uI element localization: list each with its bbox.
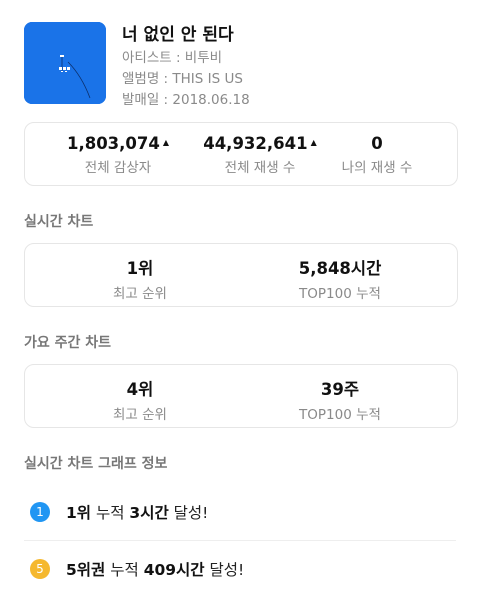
graph-info-mid: 누적 <box>105 561 144 579</box>
total-plays-stat: 44,932,641 ▲ 전체 재생 수 <box>190 134 330 176</box>
release-date-line: 발매일 : 2018.06.18 <box>122 92 250 108</box>
graph-info-rank: 5위권 <box>66 561 106 579</box>
graph-info-title: 실시간 차트 그래프 정보 <box>24 456 168 472</box>
weekly-best-rank-label: 최고 순위 <box>113 407 167 423</box>
graph-info-rank: 1위 <box>66 504 92 522</box>
realtime-top100-stat: 5,848시간 TOP100 누적 <box>265 255 415 302</box>
trend-up-icon: ▲ <box>162 138 170 147</box>
trend-up-icon: ▲ <box>310 138 317 147</box>
weekly-top100-stat: 39주 TOP100 누적 <box>265 376 415 423</box>
total-plays-label: 전체 재생 수 <box>224 160 296 176</box>
album-art-image <box>24 22 106 104</box>
album-line[interactable]: 앨범명 : THIS IS US <box>122 67 243 87</box>
weekly-best-rank-value: 4위 <box>126 380 154 399</box>
realtime-chart-card: 1위 최고 순위 5,848시간 TOP100 누적 <box>24 243 458 307</box>
graph-info-tail: 달성! <box>168 504 209 522</box>
graph-info-hours: 3시간 <box>129 504 169 522</box>
totals-card: 1,803,074 ▲ 전체 감상자 44,932,641 ▲ 전체 재생 수 0 … <box>24 122 458 186</box>
weekly-top100-label: TOP100 누적 <box>299 407 381 423</box>
weekly-chart-card: 4위 최고 순위 39주 TOP100 누적 <box>24 364 458 428</box>
realtime-best-rank-stat: 1위 최고 순위 <box>65 255 215 302</box>
weekly-best-rank-stat: 4위 최고 순위 <box>65 376 215 423</box>
realtime-best-rank-value: 1위 <box>126 259 154 278</box>
graph-info-tail: 달성! <box>204 561 245 579</box>
artist-line[interactable]: 아티스트 : 비투비 <box>122 46 222 66</box>
song-title: 너 없인 안 된다 <box>122 25 234 45</box>
my-plays-label: 나의 재생 수 <box>341 160 413 176</box>
realtime-top100-label: TOP100 누적 <box>299 286 381 302</box>
total-listeners-label: 전체 감상자 <box>84 160 152 176</box>
realtime-chart-title: 실시간 차트 <box>24 214 94 230</box>
realtime-top100-value: 5,848시간 <box>298 259 382 278</box>
total-plays-value: 44,932,641 <box>203 134 308 153</box>
total-listeners-value: 1,803,074 <box>66 134 160 153</box>
album-art[interactable] <box>24 22 106 104</box>
weekly-top100-value: 39주 <box>320 380 360 399</box>
graph-info-row: 1 1위 누적 3시간 달성! <box>24 484 456 540</box>
my-plays-value: 0 <box>371 134 383 153</box>
weekly-chart-title: 가요 주간 차트 <box>24 335 112 351</box>
total-listeners-stat: 1,803,074 ▲ 전체 감상자 <box>53 134 183 176</box>
rank-1-badge-icon: 1 <box>30 502 50 522</box>
my-plays-stat: 0 나의 재생 수 <box>325 134 429 176</box>
graph-info-row: 5 5위권 누적 409시간 달성! <box>24 541 456 597</box>
rank-5-badge-icon: 5 <box>30 559 50 579</box>
song-header: 너 없인 안 된다 아티스트 : 비투비 앨범명 : THIS IS US 발매… <box>24 20 464 110</box>
realtime-best-rank-label: 최고 순위 <box>113 286 167 302</box>
graph-info-mid: 누적 <box>91 504 130 522</box>
graph-info-hours: 409시간 <box>143 561 205 579</box>
